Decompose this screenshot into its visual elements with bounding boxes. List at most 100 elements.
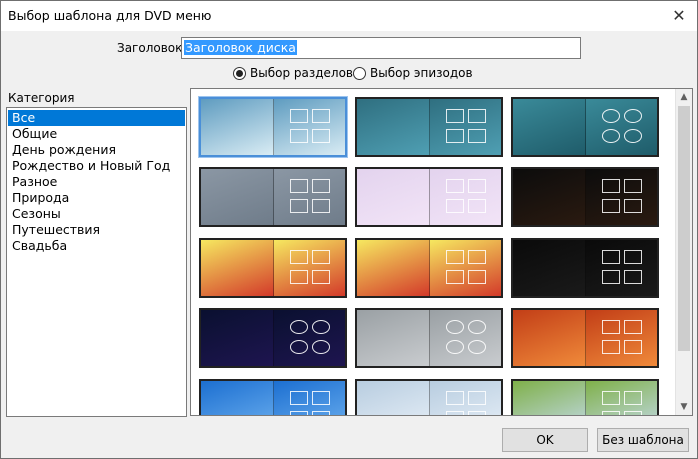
thumb-frame [312,199,330,213]
category-list[interactable]: Все Общие День рождения Рождество и Новы… [6,107,187,417]
thumb-frame [468,411,486,415]
no-template-button[interactable]: Без шаблона [597,428,689,452]
template-thumb-penguin-grey[interactable] [355,308,503,368]
thumb-left-pane [513,169,585,225]
close-icon[interactable]: ✕ [669,6,689,26]
thumb-right-pane [429,99,501,155]
thumb-frame [312,129,330,143]
thumb-frame [602,109,620,123]
thumb-right-pane [429,310,501,366]
thumb-frame [290,340,308,354]
thumb-frame [290,129,308,143]
thumb-frame [290,391,308,405]
category-item-seasons[interactable]: Сезоны [8,206,185,222]
template-thumb-christmas-trees-2[interactable] [355,238,503,298]
window-title: Выбор шаблона для DVD меню [8,8,212,23]
thumb-frame [602,411,620,415]
thumb-frame [312,340,330,354]
category-item-travel[interactable]: Путешествия [8,222,185,238]
template-thumb-grey-slate[interactable] [199,167,347,227]
gallery-scrollbar[interactable]: ▲ ▼ [675,89,692,415]
thumb-left-pane [513,240,585,296]
thumb-frame [446,129,464,143]
thumb-right-pane [585,240,657,296]
template-thumb-winter-blue[interactable] [199,379,347,415]
category-item-all[interactable]: Все [8,110,185,126]
thumb-left-pane [357,99,429,155]
title-bar: Выбор шаблона для DVD меню ✕ [1,1,697,31]
thumb-frame [468,129,486,143]
dvd-template-dialog: Выбор шаблона для DVD меню ✕ Заголовок: … [0,0,698,459]
thumb-frame [624,320,642,334]
thumb-frame [602,179,620,193]
thumb-frame [446,411,464,415]
thumb-frame [446,250,464,264]
thumb-frame [602,340,620,354]
thumb-frame [312,270,330,284]
template-thumb-fireworks[interactable] [511,238,659,298]
template-thumb-sunset-clouds[interactable] [511,308,659,368]
thumb-frame [468,391,486,405]
thumb-right-pane [585,310,657,366]
thumb-right-pane [429,169,501,225]
thumb-right-pane [273,310,345,366]
scroll-down-icon[interactable]: ▼ [676,399,692,415]
thumb-frame [290,199,308,213]
thumb-frame [624,109,642,123]
thumb-frame [602,270,620,284]
thumb-frame [290,270,308,284]
category-item-christmas[interactable]: Рождество и Новый Год [8,158,185,174]
thumb-left-pane [357,310,429,366]
thumb-left-pane [201,310,273,366]
thumb-frame [312,250,330,264]
thumb-frame [290,109,308,123]
heading-input[interactable]: Заголовок диска [181,37,581,59]
category-item-nature[interactable]: Природа [8,190,185,206]
template-thumb-spring-trees[interactable] [511,379,659,415]
radio-chapters-label: Выбор разделов [250,66,353,80]
template-gallery[interactable]: ▲ ▼ [190,88,693,416]
radio-episodes[interactable]: Выбор эпизодов [353,66,473,80]
thumb-frame [312,411,330,415]
template-thumb-christmas-trees-1[interactable] [199,238,347,298]
thumb-frame [312,179,330,193]
thumb-frame [446,179,464,193]
thumb-frame [624,411,642,415]
thumb-left-pane [357,240,429,296]
thumb-right-pane [585,99,657,155]
category-item-birthday[interactable]: День рождения [8,142,185,158]
heading-input-value: Заголовок диска [184,40,297,55]
template-thumb-frost-trees[interactable] [355,379,503,415]
thumb-left-pane [201,240,273,296]
thumb-frame [624,270,642,284]
thumb-frame [602,391,620,405]
scroll-thumb[interactable] [678,106,690,351]
thumb-left-pane [201,381,273,415]
template-thumb-birthday-cake[interactable] [511,167,659,227]
template-thumb-blue-waves[interactable] [198,96,348,158]
template-thumb-teal-ovals[interactable] [511,97,659,157]
thumb-frame [446,270,464,284]
thumb-right-pane [585,169,657,225]
thumb-frame [290,320,308,334]
radio-chapters[interactable]: Выбор разделов [233,66,353,80]
ok-button[interactable]: OK [502,428,588,452]
thumb-left-pane [357,381,429,415]
category-item-general[interactable]: Общие [8,126,185,142]
thumb-right-pane [273,381,345,415]
scroll-up-icon[interactable]: ▲ [676,89,692,105]
template-thumb-party-confetti[interactable] [355,167,503,227]
thumb-frame [468,340,486,354]
template-thumb-dark-swirl[interactable] [199,308,347,368]
thumb-frame [468,109,486,123]
category-item-wedding[interactable]: Свадьба [8,238,185,254]
thumb-left-pane [513,310,585,366]
thumb-frame [446,391,464,405]
thumb-frame [312,391,330,405]
thumb-right-pane [429,381,501,415]
thumb-right-pane [273,240,345,296]
thumb-frame [624,340,642,354]
thumb-frame [290,411,308,415]
category-item-misc[interactable]: Разное [8,174,185,190]
template-thumb-teal-mist[interactable] [355,97,503,157]
